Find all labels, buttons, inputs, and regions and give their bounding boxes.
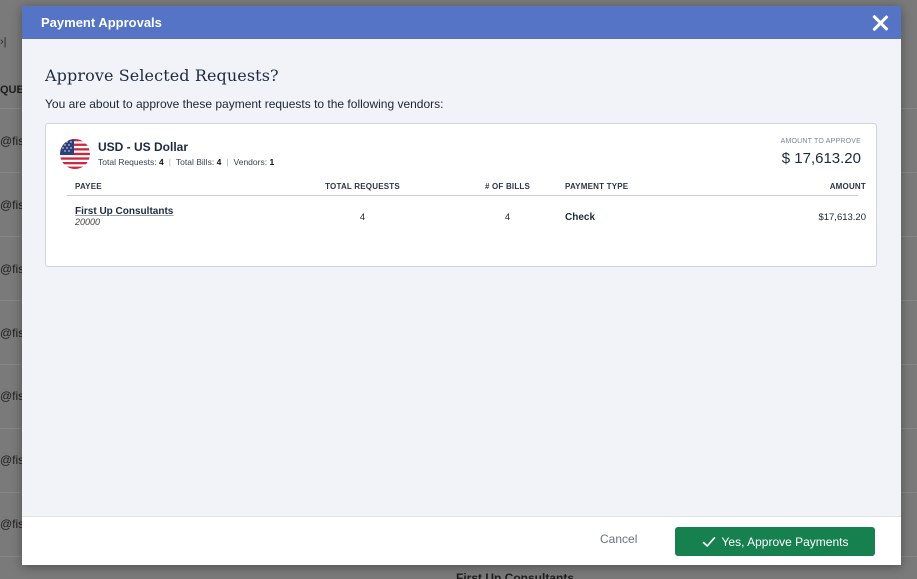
vendors-value: 1 bbox=[269, 157, 275, 167]
payment-type-cell: Check bbox=[565, 212, 596, 223]
modal-body: Approve Selected Requests? You are about… bbox=[22, 39, 901, 267]
close-icon[interactable] bbox=[869, 12, 891, 34]
column-header-total-requests: TOTAL REQUESTS bbox=[325, 182, 400, 191]
table-header: PAYEE TOTAL REQUESTS # OF BILLS PAYMENT … bbox=[67, 182, 866, 196]
table-row: First Up Consultants 20000 4 4 Check $17… bbox=[67, 196, 866, 227]
modal-title: Payment Approvals bbox=[41, 15, 162, 30]
total-requests-cell: 4 bbox=[359, 212, 366, 223]
approve-payments-button[interactable]: Yes, Approve Payments bbox=[675, 527, 875, 556]
modal-header: Payment Approvals bbox=[22, 6, 901, 39]
column-header-payment-type: PAYMENT TYPE bbox=[565, 182, 629, 191]
total-requests-value: 4 bbox=[158, 157, 164, 167]
bg-payee-text: First Up Consultants bbox=[456, 571, 575, 579]
us-flag-icon bbox=[60, 139, 90, 169]
cancel-button[interactable]: Cancel bbox=[600, 532, 637, 546]
payee-table: PAYEE TOTAL REQUESTS # OF BILLS PAYMENT … bbox=[67, 182, 866, 227]
confirm-subtext: You are about to approve these payment r… bbox=[45, 97, 444, 111]
total-requests-label: Total Requests: bbox=[98, 157, 157, 167]
payment-approvals-modal: Payment Approvals Approve Selected Reque… bbox=[22, 6, 901, 565]
total-bills-label: Total Bills: bbox=[175, 157, 215, 167]
column-header-payee: PAYEE bbox=[75, 182, 102, 191]
bg-column-header: QUE bbox=[0, 84, 24, 96]
bills-cell: 4 bbox=[504, 212, 511, 223]
divider: | bbox=[168, 157, 171, 167]
modal-footer: Cancel Yes, Approve Payments bbox=[22, 516, 901, 565]
currency-card: USD - US Dollar Total Requests: 4 | Tota… bbox=[45, 123, 877, 267]
currency-name: USD - US Dollar bbox=[98, 140, 189, 154]
payee-name-link[interactable]: First Up Consultants bbox=[75, 206, 275, 217]
currency-stats: Total Requests: 4 | Total Bills: 4 | Ven… bbox=[98, 157, 274, 167]
column-header-bills: # OF BILLS bbox=[484, 182, 531, 191]
vendors-label: Vendors: bbox=[233, 157, 268, 167]
amount-to-approve-label: AMOUNT TO APPROVE bbox=[780, 138, 861, 145]
payee-cell: First Up Consultants 20000 bbox=[75, 206, 275, 227]
collapse-icon: ›| bbox=[0, 36, 7, 48]
approve-payments-label: Yes, Approve Payments bbox=[721, 534, 849, 549]
amount-cell: $17,613.20 bbox=[818, 212, 866, 223]
column-header-amount: AMOUNT bbox=[829, 182, 866, 191]
payee-id: 20000 bbox=[75, 217, 101, 227]
total-bills-value: 4 bbox=[216, 157, 222, 167]
checkmark-icon bbox=[702, 536, 715, 547]
divider: | bbox=[226, 157, 229, 167]
amount-to-approve-value: $ 17,613.20 bbox=[781, 150, 861, 167]
confirm-heading: Approve Selected Requests? bbox=[45, 66, 279, 85]
